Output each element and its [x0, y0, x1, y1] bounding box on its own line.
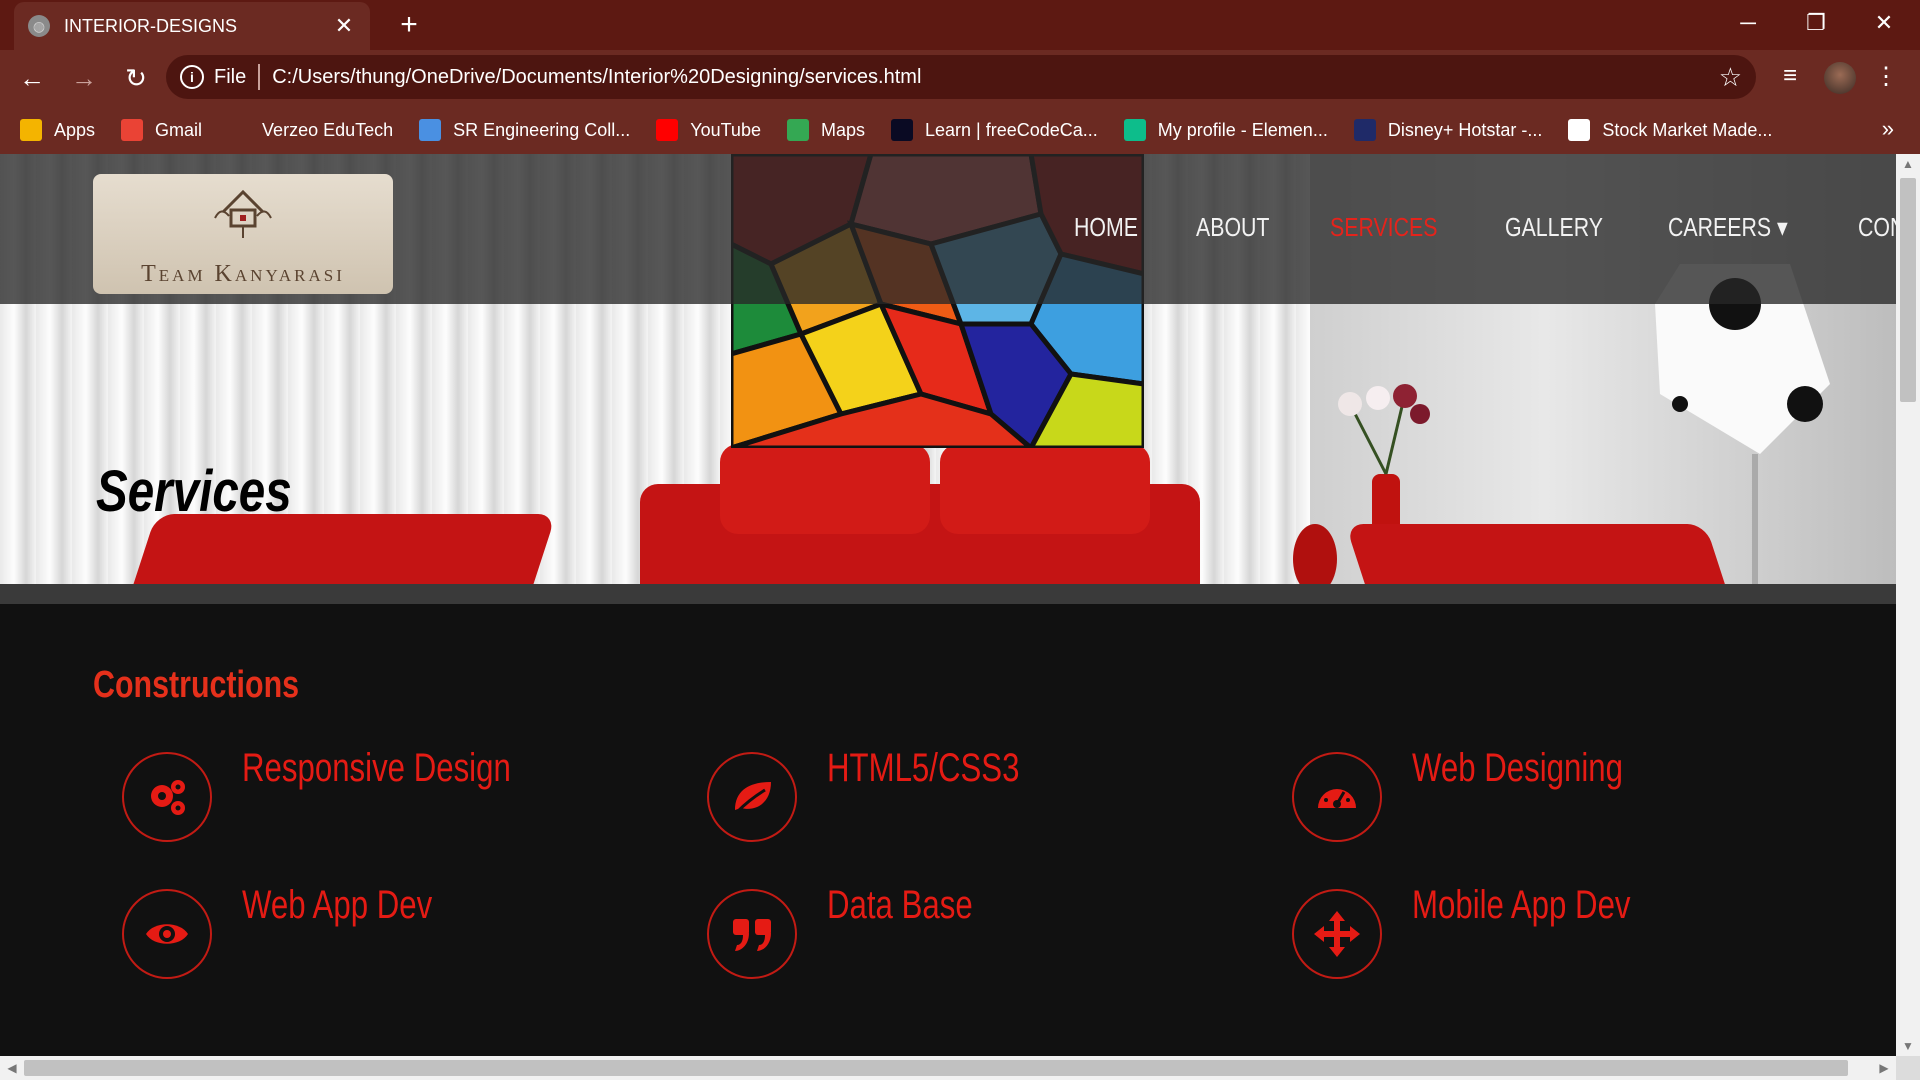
bookmark-star-icon[interactable]: ☆: [1719, 62, 1742, 93]
window-close-button[interactable]: ✕: [1864, 6, 1904, 40]
bookmark-item[interactable]: Stock Market Made...: [1568, 119, 1772, 141]
quote-icon: [707, 889, 797, 979]
new-tab-button[interactable]: +: [392, 8, 426, 42]
service-item: Web App Dev: [122, 883, 486, 979]
bookmarks-bar: Apps Gmail Verzeo EduTech SR Engineering Co…: [0, 106, 1920, 154]
verzeo-icon: [228, 119, 251, 141]
site-info-icon[interactable]: i: [180, 65, 204, 89]
tab-strip: ◍ INTERIOR-DESIGNS ✕ + ─ ❐ ✕: [0, 0, 1920, 50]
nav-link-gallery[interactable]: GALLERY: [1505, 212, 1603, 243]
nav-link-about[interactable]: ABOUT: [1196, 212, 1269, 243]
hero-banner: Team Kanyarasi HOME ABOUT SERVICES GALLERY C…: [0, 154, 1896, 604]
browser-toolbar: ← → ↻ i File C:/Users/thung/OneDrive/Doc…: [0, 50, 1920, 106]
logo-text: Team Kanyarasi: [141, 261, 345, 287]
house-emblem-icon: [214, 189, 272, 238]
bookmark-label: Stock Market Made...: [1602, 119, 1773, 140]
bookmark-label: Maps: [820, 119, 865, 140]
bookmark-label: Disney+ Hotstar -...: [1387, 119, 1543, 140]
service-title: Responsive Design: [242, 746, 511, 790]
bookmark-item[interactable]: Disney+ Hotstar -...: [1353, 119, 1543, 141]
bookmark-item[interactable]: Learn | freeCodeCa...: [890, 119, 1098, 141]
address-scheme: File: [214, 65, 247, 88]
freecodecamp-icon: [890, 119, 913, 141]
apps-grid-icon: [20, 119, 42, 141]
main-nav: HOME ABOUT SERVICES GALLERY CAREERS ▾ CONTACT: [1074, 212, 1896, 243]
bookmark-label: Verzeo EduTech: [262, 119, 394, 140]
back-button[interactable]: ←: [12, 58, 52, 98]
site-logo[interactable]: Team Kanyarasi: [93, 174, 393, 294]
page-viewport: Team Kanyarasi HOME ABOUT SERVICES GALLERY C…: [0, 154, 1896, 1056]
bookmark-label: My profile - Elemen...: [1157, 119, 1328, 140]
horizontal-scroll-thumb[interactable]: [24, 1060, 1848, 1076]
service-title: Web App Dev: [242, 883, 433, 927]
bookmarks-overflow-button[interactable]: »: [1882, 116, 1894, 142]
stock-market-icon: [1568, 119, 1591, 141]
scroll-down-arrow-icon[interactable]: ▼: [1896, 1036, 1920, 1056]
profile-avatar[interactable]: [1824, 62, 1856, 94]
bookmark-item[interactable]: Maps: [786, 119, 865, 141]
bookmark-label: Learn | freeCodeCa...: [924, 119, 1098, 140]
scroll-up-arrow-icon[interactable]: ▲: [1896, 154, 1920, 174]
nav-link-services[interactable]: SERVICES: [1330, 212, 1437, 243]
address-separator: [258, 64, 261, 90]
maps-icon: [786, 119, 809, 141]
browser-tab[interactable]: ◍ INTERIOR-DESIGNS ✕: [14, 2, 370, 50]
horizontal-scrollbar[interactable]: ◀ ▶: [0, 1056, 1896, 1080]
service-item: HTML5/CSS3: [707, 746, 1074, 842]
service-item: Web Designing: [1292, 746, 1683, 842]
service-title: Web Designing: [1412, 746, 1624, 790]
hotstar-icon: [1353, 119, 1376, 141]
eye-icon: [122, 889, 212, 979]
bookmark-item[interactable]: Apps: [20, 119, 95, 141]
gmail-icon: [121, 119, 144, 141]
cogs-icon: [122, 752, 212, 842]
nav-link-careers[interactable]: CAREERS ▾: [1668, 212, 1788, 243]
service-title: Data Base: [827, 883, 973, 927]
restore-button[interactable]: ❐: [1796, 6, 1836, 40]
tab-title: INTERIOR-DESIGNS: [64, 15, 238, 36]
nav-link-contact[interactable]: CONTACT: [1858, 212, 1896, 243]
sr-engineering-icon: [419, 119, 442, 141]
bookmark-item[interactable]: Gmail: [121, 119, 202, 141]
bookmark-label: Gmail: [155, 119, 203, 140]
service-title: Mobile App Dev: [1412, 883, 1631, 927]
vertical-scroll-thumb[interactable]: [1900, 178, 1916, 402]
address-url[interactable]: C:/Users/thung/OneDrive/Documents/Interi…: [272, 66, 1718, 89]
browser-menu-icon[interactable]: ⋮: [1870, 62, 1902, 91]
services-section: Constructions Responsive Design HTML5/CSS…: [0, 604, 1896, 1056]
reload-button[interactable]: ↻: [116, 58, 156, 98]
dashboard-icon: [1292, 752, 1382, 842]
service-title: HTML5/CSS3: [827, 746, 1020, 790]
service-item: Data Base: [707, 883, 1014, 979]
vertical-scrollbar[interactable]: ▲ ▼: [1896, 154, 1920, 1056]
arrows-move-icon: [1292, 889, 1382, 979]
forward-button[interactable]: →: [64, 58, 104, 98]
globe-icon: ◍: [28, 15, 50, 37]
bookmark-label: SR Engineering Coll...: [453, 119, 631, 140]
service-item: Mobile App Dev: [1292, 883, 1692, 979]
scroll-right-arrow-icon[interactable]: ▶: [1874, 1056, 1894, 1080]
page-title: Services: [96, 459, 292, 524]
leaf-icon: [707, 752, 797, 842]
bookmark-label: Apps: [54, 119, 96, 140]
bookmark-label: YouTube: [690, 119, 761, 140]
bookmark-item[interactable]: My profile - Elemen...: [1123, 119, 1328, 141]
address-bar[interactable]: i File C:/Users/thung/OneDrive/Documents…: [166, 55, 1756, 99]
bookmark-item[interactable]: SR Engineering Coll...: [419, 119, 630, 141]
tab-close-icon[interactable]: ✕: [332, 13, 356, 39]
youtube-icon: [656, 119, 679, 141]
bookmark-item[interactable]: Verzeo EduTech: [228, 119, 393, 141]
section-title: Constructions: [93, 664, 300, 706]
media-control-icon[interactable]: ≡: [1774, 62, 1806, 90]
service-item: Responsive Design: [122, 746, 587, 842]
element-icon: [1123, 119, 1146, 141]
minimize-button[interactable]: ─: [1728, 6, 1768, 40]
scroll-left-arrow-icon[interactable]: ◀: [2, 1056, 22, 1080]
nav-link-home[interactable]: HOME: [1074, 212, 1138, 243]
bookmark-item[interactable]: YouTube: [656, 119, 761, 141]
